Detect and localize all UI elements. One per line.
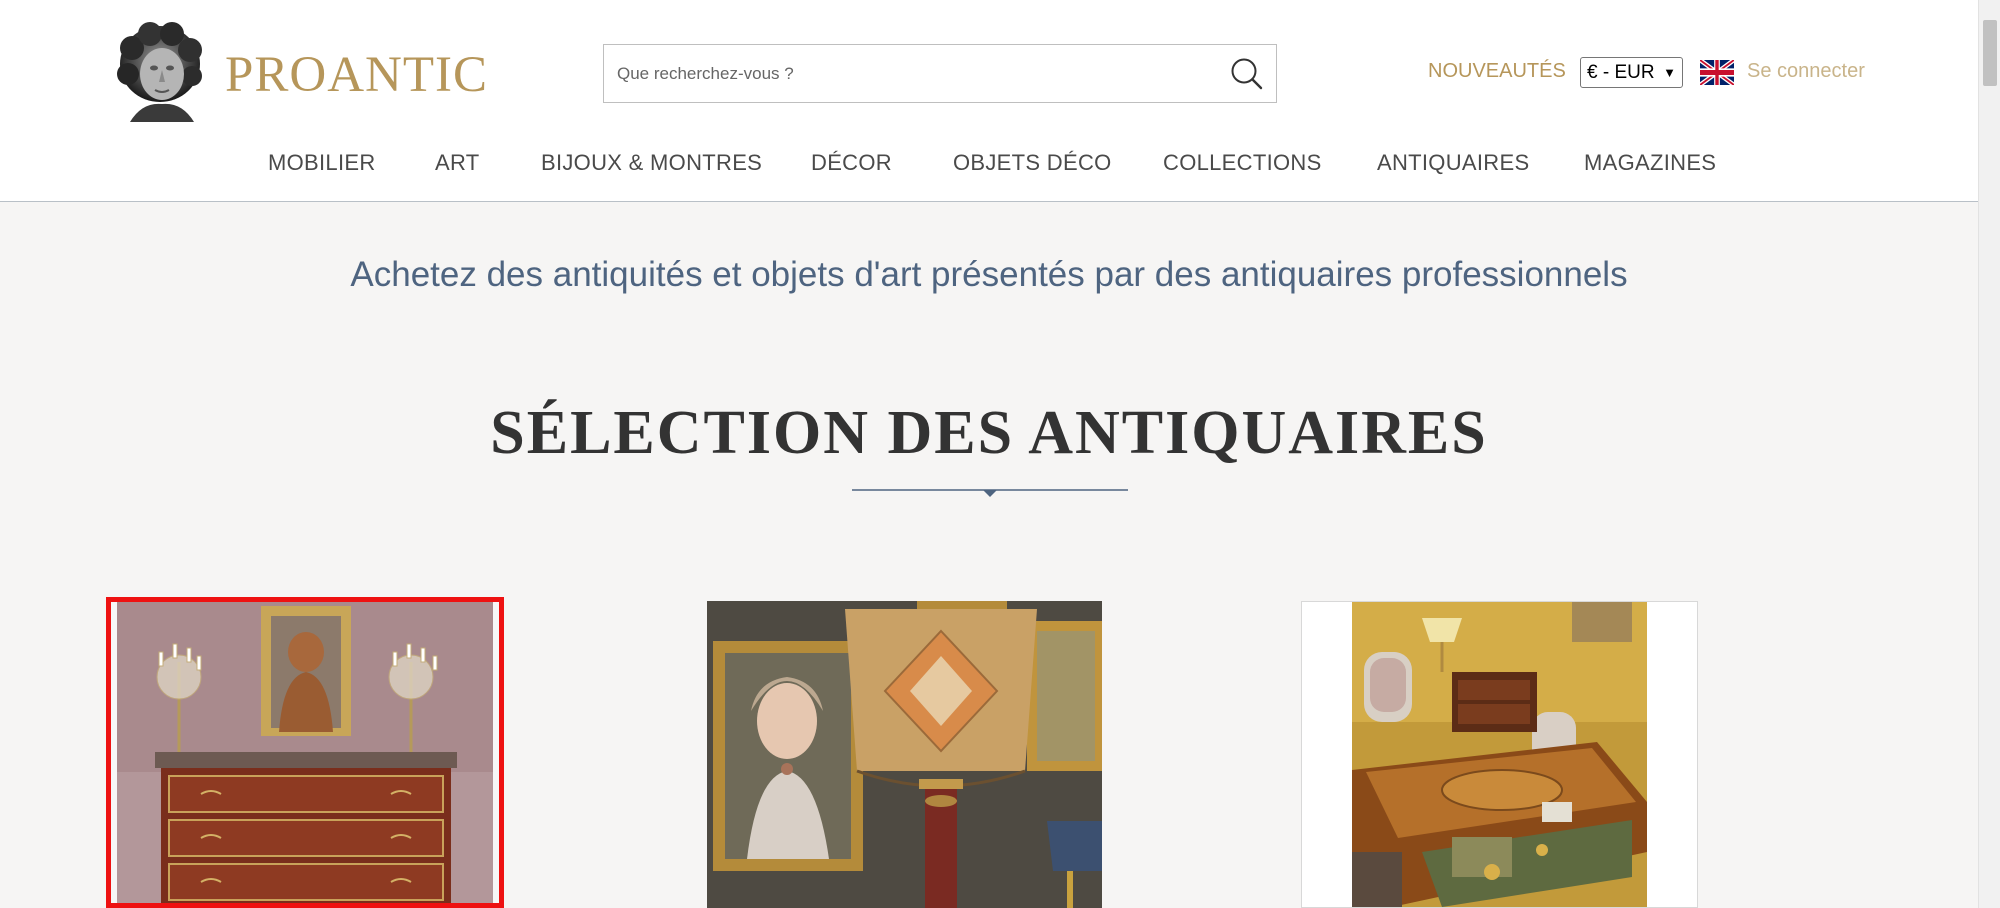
tagline: Achetez des antiquités et objets d'art p… <box>350 255 1628 294</box>
scrollbar-thumb[interactable] <box>1983 20 1997 86</box>
nav-item-art[interactable]: ART <box>435 150 480 176</box>
nav-item-magazines[interactable]: MAGAZINES <box>1584 150 1716 176</box>
nav-item-bijoux-montres[interactable]: BIJOUX & MONTRES <box>541 150 762 176</box>
dealer-selection-card[interactable] <box>707 601 1102 908</box>
section-title: SÉLECTION DES ANTIQUAIRES <box>490 399 1488 467</box>
logo-bust-image <box>117 22 202 122</box>
nav-item-objets-deco[interactable]: OBJETS DÉCO <box>953 150 1112 176</box>
dealer-selection-card[interactable] <box>106 597 504 908</box>
page-scrollbar[interactable] <box>1978 0 2000 908</box>
nav-item-antiquaires[interactable]: ANTIQUAIRES <box>1377 150 1529 176</box>
site-logo[interactable]: PROANTIC <box>112 20 487 122</box>
search-input[interactable] <box>604 45 1204 102</box>
product-image-commode <box>111 602 499 903</box>
dealer-selection-card[interactable] <box>1301 601 1698 908</box>
nav-item-mobilier[interactable]: MOBILIER <box>268 150 376 176</box>
currency-selected-value: € - EUR <box>1587 62 1655 83</box>
site-header: PROANTIC NOUVEAUTÉS € - EUR ▼ Se connect… <box>0 0 1978 202</box>
uk-flag-icon[interactable] <box>1699 57 1735 88</box>
chevron-down-icon: ▼ <box>1663 65 1676 80</box>
section-divider <box>852 489 1128 497</box>
login-link[interactable]: Se connecter <box>1747 60 1865 83</box>
product-image-desk <box>1302 602 1697 907</box>
logo-text[interactable]: PROANTIC <box>225 46 488 104</box>
search-bar <box>603 44 1277 103</box>
new-arrivals-link[interactable]: NOUVEAUTÉS <box>1428 60 1566 83</box>
main-nav: MOBILIER ART BIJOUX & MONTRES DÉCOR OBJE… <box>0 150 1978 180</box>
currency-select[interactable]: € - EUR ▼ <box>1580 57 1683 88</box>
search-icon[interactable] <box>1228 55 1266 93</box>
nav-item-decor[interactable]: DÉCOR <box>811 150 892 176</box>
nav-item-collections[interactable]: COLLECTIONS <box>1163 150 1322 176</box>
product-image-lamp <box>707 601 1102 908</box>
